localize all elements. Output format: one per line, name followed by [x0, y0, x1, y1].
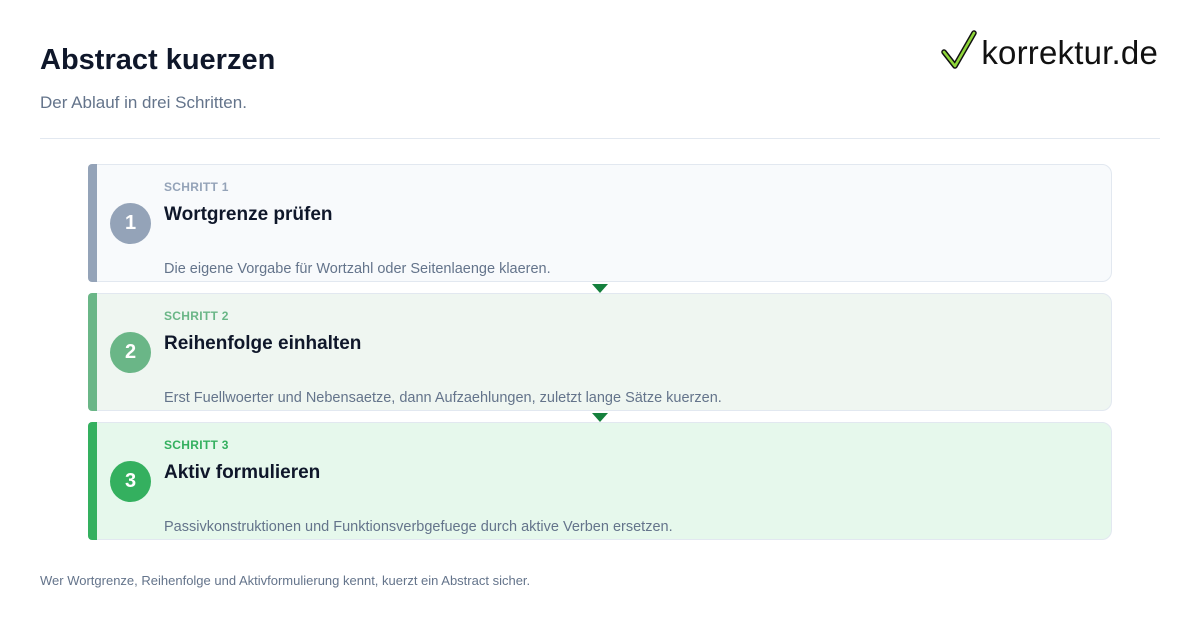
step-title: Wortgrenze prüfen	[164, 204, 333, 225]
step-kicker: SCHRITT 1	[164, 180, 229, 194]
step-description: Erst Fuellwoerter und Nebensaetze, dann …	[164, 390, 722, 406]
footer-note: Wer Wortgrenze, Reihenfolge und Aktivfor…	[40, 573, 531, 588]
step-number-badge: 1	[110, 203, 151, 244]
arrow-down-icon	[592, 413, 608, 422]
step-title: Reihenfolge einhalten	[164, 333, 362, 354]
brand-logo[interactable]: korrektur.de	[941, 30, 1158, 75]
header-divider	[40, 138, 1160, 139]
step-description: Passivkonstruktionen und Funktionsverbge…	[164, 519, 673, 535]
logo-text: korrektur.de	[981, 33, 1158, 71]
checkmark-icon	[941, 30, 978, 75]
arrow-down-icon	[592, 284, 608, 293]
step-description: Die eigene Vorgabe für Wortzahl oder Sei…	[164, 261, 551, 277]
step-kicker: SCHRITT 3	[164, 438, 229, 452]
step-title: Aktiv formulieren	[164, 462, 321, 483]
page-subtitle: Der Ablauf in drei Schritten.	[40, 93, 247, 112]
step-accent-bar	[88, 422, 97, 540]
step-number-badge: 3	[110, 461, 151, 502]
step-accent-bar	[88, 164, 97, 282]
step-card-3: 3 SCHRITT 3 Aktiv formulieren Passivkons…	[88, 422, 1112, 540]
step-card-1: 1 SCHRITT 1 Wortgrenze prüfen Die eigene…	[88, 164, 1112, 282]
step-number-badge: 2	[110, 332, 151, 373]
step-accent-bar	[88, 293, 97, 411]
step-card-2: 2 SCHRITT 2 Reihenfolge einhalten Erst F…	[88, 293, 1112, 411]
step-kicker: SCHRITT 2	[164, 309, 229, 323]
page-title: Abstract kuerzen	[40, 44, 276, 76]
